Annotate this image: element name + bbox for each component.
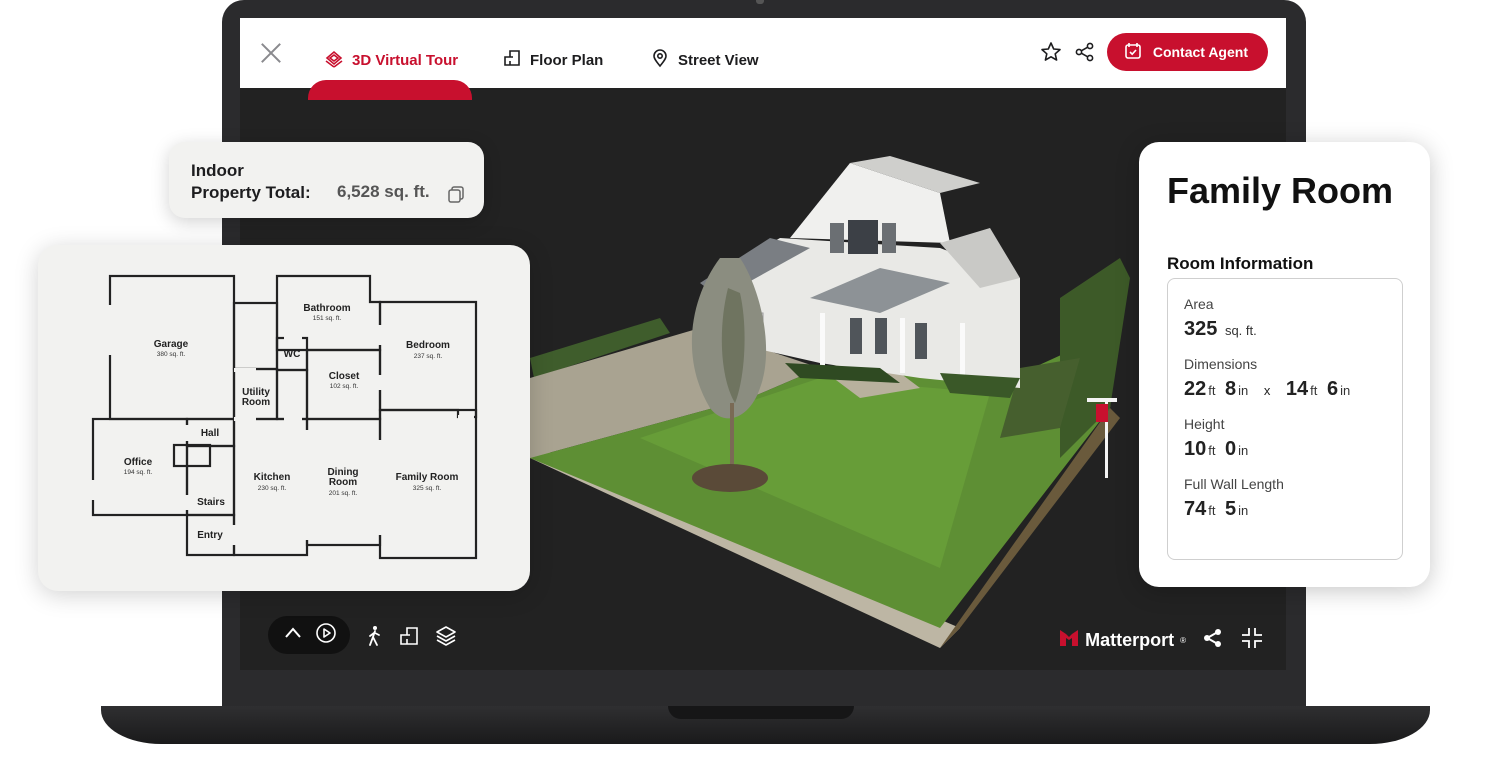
area-label: Area [1184,296,1214,312]
wall-in: 5 [1225,498,1237,520]
area-number: 325 [1184,318,1218,340]
room-wc[interactable]: WC [284,349,301,360]
height-row: Height 10 ft 0 in [1184,415,1386,463]
tab-floor-plan[interactable]: Floor Plan [502,48,603,72]
dim-width-in: 8 [1225,378,1237,400]
room-office-size: 194 sq. ft. [124,469,153,476]
top-nav-bar: 3D Virtual Tour Floor Plan Street View C… [240,18,1286,100]
contact-agent-label: Contact Agent [1152,44,1248,60]
laptop-base-lip [668,706,854,719]
dimensions-row: Dimensions 22 ft 8 in x 14 ft 6 in [1184,355,1386,403]
dim-width-ft: 22 [1184,378,1207,400]
registered-mark: ® [1180,636,1186,645]
room-bedroom[interactable]: Bedroom [406,340,450,351]
floorplan-view-icon[interactable] [398,625,420,652]
share-icon[interactable] [1202,627,1224,654]
viewer-footer: Matterport ® [1059,626,1264,655]
property-total-card: Indoor Property Total: 6,528 sq. ft. [169,142,484,218]
room-entry[interactable]: Entry [197,530,223,541]
active-tab-indicator [308,80,472,100]
in-unit: in [1340,383,1351,398]
dim-length-in: 6 [1326,378,1339,400]
room-family-room-size: 325 sq. ft. [413,485,442,492]
dimensions-value: 22 ft 8 in x 14 ft 6 in [1184,377,1386,403]
dimension-separator: x [1263,383,1271,398]
tab-label: 3D Virtual Tour [352,51,459,69]
collapse-icon[interactable] [1240,626,1264,655]
wall-ft: 74 [1184,498,1207,520]
copy-icon[interactable] [446,184,466,204]
floorplan-icon [502,48,522,72]
in-unit: in [1238,383,1249,398]
3d-house-model[interactable] [520,128,1220,648]
dim-length-ft: 14 [1285,378,1309,400]
walk-icon[interactable] [366,625,384,652]
in-unit: in [1238,443,1249,458]
wall-length-value: 74 ft 5 in [1184,497,1386,523]
height-label: Height [1184,416,1225,432]
share-icon[interactable] [1073,40,1097,64]
play-icon[interactable] [315,622,337,649]
floor-plan-diagram[interactable]: Garage 380 sq. ft. Bathroom 151 sq. ft. … [38,245,530,591]
room-office[interactable]: Office [124,457,153,468]
room-family-room[interactable]: Family Room [396,472,459,483]
room-dining-size: 201 sq. ft. [329,490,358,497]
wall-length-row: Full Wall Length 74 ft 5 in [1184,475,1386,523]
view-mode-icons [366,624,458,653]
close-icon[interactable] [258,40,284,66]
height-in: 0 [1225,438,1237,460]
layers-icon[interactable] [434,624,458,653]
matterport-mark-icon [1059,628,1079,653]
ft-unit: ft [1208,443,1216,458]
tab-label: Floor Plan [530,51,604,69]
room-kitchen[interactable]: Kitchen [254,472,291,483]
room-garage-size: 380 sq. ft. [157,351,186,358]
area-value: 325 sq. ft. [1184,317,1386,343]
room-stairs[interactable]: Stairs [197,497,225,508]
matterport-name: Matterport [1085,630,1175,650]
room-bathroom[interactable]: Bathroom [303,303,350,314]
floor-plan-card: Garage 380 sq. ft. Bathroom 151 sq. ft. … [38,245,530,591]
stage: 3D Virtual Tour Floor Plan Street View C… [0,0,1491,762]
star-icon[interactable] [1039,40,1063,64]
room-dining-room[interactable]: Room [329,477,357,488]
tab-3d-virtual-tour[interactable]: 3D Virtual Tour [324,48,458,72]
tab-street-view[interactable]: Street View [650,48,759,72]
room-info-box: Area 325 sq. ft. Dimensions 22 ft 8 in x 1… [1167,278,1403,560]
room-garage[interactable]: Garage [154,339,189,350]
room-info-heading: Room Information [1167,254,1314,273]
total-label-line1: Indoor [191,161,244,180]
room-closet-size: 102 sq. ft. [330,383,359,390]
ft-unit: ft [1310,383,1318,398]
area-row: Area 325 sq. ft. [1184,295,1386,343]
tour-controls [268,616,350,654]
area-unit: sq. ft. [1224,323,1257,338]
location-pin-icon [650,48,670,72]
in-unit: in [1238,503,1249,518]
cube-icon [324,48,344,72]
wall-length-label: Full Wall Length [1184,476,1284,492]
tab-label: Street View [678,51,759,69]
chevron-up-icon[interactable] [282,622,304,649]
calendar-check-icon [1123,41,1143,64]
top-actions: Contact Agent [1039,33,1268,71]
height-ft: 10 [1184,438,1207,460]
room-kitchen-size: 230 sq. ft. [258,485,287,492]
contact-agent-button[interactable]: Contact Agent [1106,33,1268,71]
room-closet[interactable]: Closet [329,371,360,382]
height-value: 10 ft 0 in [1184,437,1386,463]
total-value: 6,528 sq. ft. [337,182,430,201]
dimensions-label: Dimensions [1184,356,1258,372]
ft-unit: ft [1208,503,1216,518]
ft-unit: ft [1208,383,1216,398]
room-hall[interactable]: Hall [201,428,220,439]
room-title: Family Room [1167,170,1394,211]
room-bathroom-size: 151 sq. ft. [313,315,342,322]
laptop-camera [756,0,764,4]
room-utility-room[interactable]: Room [242,397,270,408]
room-bedroom-size: 237 sq. ft. [414,353,443,360]
matterport-logo[interactable]: Matterport ® [1059,628,1186,653]
room-info-card: Family Room Room Information Area 325 sq… [1139,142,1430,587]
